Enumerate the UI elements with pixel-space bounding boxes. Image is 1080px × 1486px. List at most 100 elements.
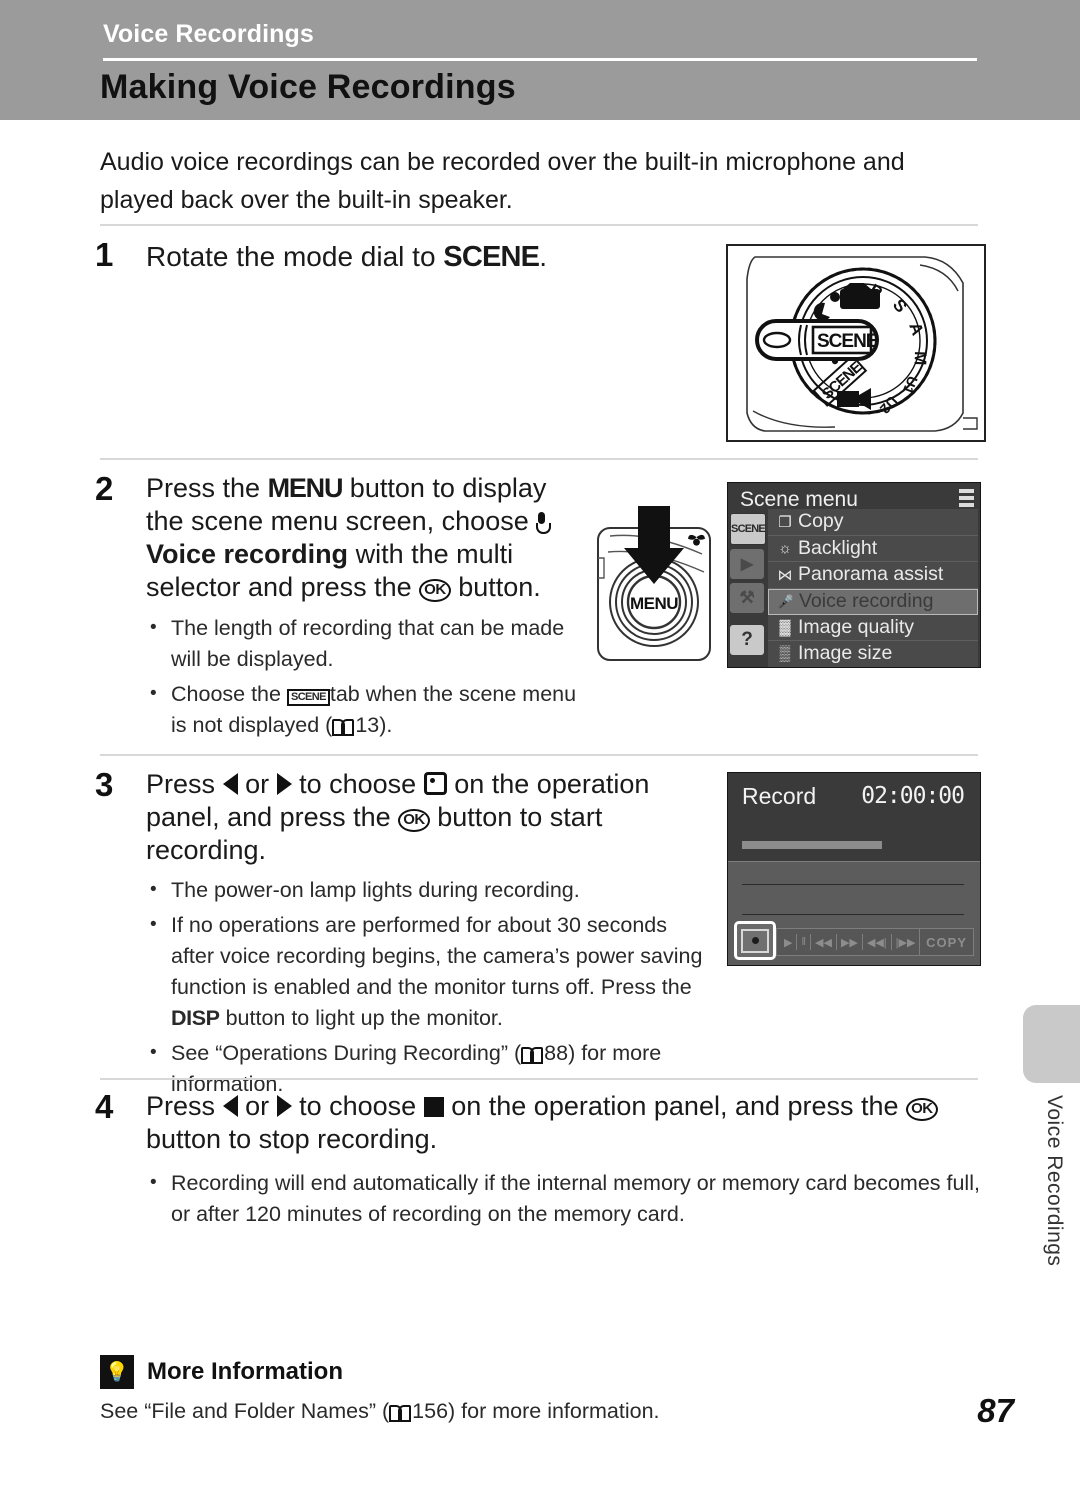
menu-button-illustration: MENU bbox=[597, 506, 711, 661]
list-item: If no operations are performed for about… bbox=[146, 909, 711, 1034]
menu-item-copy[interactable]: ❐ Copy bbox=[768, 509, 978, 536]
record-dot-icon bbox=[751, 937, 759, 944]
left-arrow-icon bbox=[222, 1095, 238, 1117]
scene-keyword: SCENE bbox=[443, 241, 540, 273]
previous-track-icon[interactable]: ◀◀| bbox=[863, 936, 891, 949]
chapter-thumb-tab bbox=[1023, 1005, 1080, 1083]
right-arrow-icon bbox=[276, 1095, 292, 1117]
copy-icon: ❐ bbox=[778, 513, 792, 531]
record-progress-fill bbox=[742, 841, 882, 849]
disp-button-keyword: DISP bbox=[171, 1006, 220, 1030]
step-2-number: 2 bbox=[95, 470, 114, 507]
image-size-icon: ▒ bbox=[779, 645, 791, 663]
step-4-text: Press or to choose on the operation pane… bbox=[146, 1090, 976, 1156]
list-item: The length of recording that can be made… bbox=[146, 612, 596, 675]
intro-paragraph: Audio voice recordings can be recorded o… bbox=[100, 148, 905, 214]
page-number: 87 bbox=[977, 1392, 1014, 1429]
step-3-number: 3 bbox=[95, 766, 114, 803]
panorama-icon: ⋈ bbox=[777, 566, 793, 584]
more-info-ref: 156 bbox=[412, 1399, 449, 1423]
record-time-remaining: 02:00:00 bbox=[861, 783, 965, 809]
step-4-t3: to choose bbox=[299, 1091, 417, 1121]
ok-button-icon: OK bbox=[419, 579, 451, 602]
setup-tab[interactable]: ⚒ bbox=[730, 583, 764, 613]
menu-item-label: Panorama assist bbox=[798, 563, 944, 586]
step-4-t4: on the operation panel, and press the bbox=[451, 1091, 899, 1121]
mode-dial-illustration: P S A M U1 U2 SCENE SCENE bbox=[726, 244, 986, 442]
menu-item-label: Image size bbox=[798, 642, 893, 665]
more-info-text-b: ) for more information. bbox=[448, 1399, 660, 1423]
step-3-bullet-1: The power-on lamp lights during recordin… bbox=[171, 878, 580, 902]
step-4-bullet-1: Recording will end automatically if the … bbox=[171, 1171, 980, 1226]
microphone-icon: 🎤 bbox=[777, 593, 795, 609]
pause-icon[interactable]: ‖ bbox=[797, 936, 810, 948]
ok-button-icon: OK bbox=[398, 809, 430, 832]
section-divider-2 bbox=[100, 458, 978, 460]
step-2-t1: Press the bbox=[146, 473, 261, 503]
step-2-bullets: The length of recording that can be made… bbox=[146, 612, 596, 745]
step-4-t2: or bbox=[245, 1091, 270, 1121]
fast-forward-icon[interactable]: ▶▶ bbox=[837, 936, 862, 949]
step-3-bullet-2a: If no operations are performed for about… bbox=[171, 913, 703, 999]
scene-menu-screen: Scene menu SCENE ▶ ⚒ ? ❐ Copy ☼ Backligh… bbox=[727, 482, 981, 668]
step-3-t5: panel, and press the bbox=[146, 802, 391, 832]
menu-item-label: Copy bbox=[798, 510, 844, 533]
step-1-lead: Rotate the mode dial to bbox=[146, 241, 436, 272]
operation-panel[interactable]: ▶ ‖ ◀◀ ▶▶ ◀◀| |▶▶ bbox=[776, 928, 924, 956]
record-symbol-icon bbox=[423, 772, 447, 795]
right-arrow-icon bbox=[276, 773, 292, 795]
help-tab[interactable]: ? bbox=[730, 625, 764, 655]
menu-item-backlight[interactable]: ☼ Backlight bbox=[768, 535, 978, 562]
rewind-icon[interactable]: ◀◀ bbox=[811, 936, 836, 949]
record-lower-panel: ▶ ‖ ◀◀ ▶▶ ◀◀| |▶▶ COPY bbox=[728, 861, 980, 965]
scene-tab[interactable]: SCENE bbox=[730, 513, 766, 545]
help-icon: ? bbox=[741, 629, 753, 650]
step-2-bullet-1: The length of recording that can be made… bbox=[171, 616, 565, 671]
header-divider bbox=[103, 58, 977, 61]
ok-button-icon: OK bbox=[906, 1098, 938, 1121]
menu-item-label: Backlight bbox=[798, 536, 878, 559]
step-3-bullet-2b: button to light up the monitor. bbox=[225, 1006, 503, 1030]
step-3-bullets: The power-on lamp lights during recordin… bbox=[146, 874, 711, 1104]
microphone-icon bbox=[536, 512, 552, 534]
more-info-text-a: See “File and Folder Names” ( bbox=[100, 1399, 390, 1423]
more-information-title: More Information bbox=[147, 1358, 343, 1385]
menu-item-image-size[interactable]: ▒ Image size bbox=[768, 641, 978, 667]
playback-icon: ▶ bbox=[740, 556, 754, 573]
step-3-t4: on the operation bbox=[454, 769, 650, 799]
book-reference-icon bbox=[389, 1403, 412, 1422]
more-information-body: See “File and Folder Names” ( 156) for mo… bbox=[100, 1399, 660, 1424]
menu-item-label: Voice recording bbox=[799, 590, 934, 612]
record-button[interactable] bbox=[734, 921, 776, 960]
step-2-t4: button. bbox=[458, 572, 541, 602]
step-3-t3: to choose bbox=[299, 769, 417, 799]
book-reference-icon bbox=[521, 1045, 544, 1064]
copy-button-label: COPY bbox=[926, 934, 967, 950]
step-1-number: 1 bbox=[95, 236, 114, 273]
book-reference-icon bbox=[332, 717, 355, 736]
step-4-number: 4 bbox=[95, 1088, 114, 1125]
play-icon[interactable]: ▶ bbox=[780, 936, 796, 949]
step-3-text: Press or to choose on the operation pane… bbox=[146, 768, 706, 867]
step-4-t5: button to stop recording. bbox=[146, 1124, 438, 1154]
divider-line bbox=[742, 914, 964, 915]
step-3-t7: recording. bbox=[146, 835, 267, 865]
step-2-bullet-2-ref: 13 bbox=[355, 713, 380, 737]
step-2-bullet-2a: Choose the bbox=[171, 682, 281, 706]
menu-item-panorama-assist[interactable]: ⋈ Panorama assist bbox=[768, 562, 978, 589]
list-item: Recording will end automatically if the … bbox=[146, 1167, 986, 1230]
scene-menu-tab-column: SCENE ▶ ⚒ ? bbox=[730, 513, 766, 659]
menu-item-image-quality[interactable]: ▓ Image quality bbox=[768, 614, 978, 641]
step-4-bullets: Recording will end automatically if the … bbox=[146, 1167, 986, 1234]
scene-tab-icon: SCENE bbox=[286, 689, 330, 706]
menu-item-voice-recording[interactable]: 🎤 Voice recording bbox=[768, 588, 978, 615]
chapter-side-label: Voice Recordings bbox=[1043, 1095, 1066, 1267]
step-3-bullet-3-ref: 88 bbox=[544, 1041, 569, 1065]
lightbulb-icon: 💡 bbox=[100, 1355, 134, 1389]
playback-tab[interactable]: ▶ bbox=[730, 549, 764, 579]
copy-button[interactable]: COPY bbox=[919, 928, 974, 956]
step-3-bullet-3a: See “Operations During Recording” ( bbox=[171, 1041, 522, 1065]
svg-text:M: M bbox=[911, 351, 930, 366]
next-track-icon[interactable]: |▶▶ bbox=[892, 936, 920, 949]
scroll-indicator-icon bbox=[959, 489, 974, 510]
